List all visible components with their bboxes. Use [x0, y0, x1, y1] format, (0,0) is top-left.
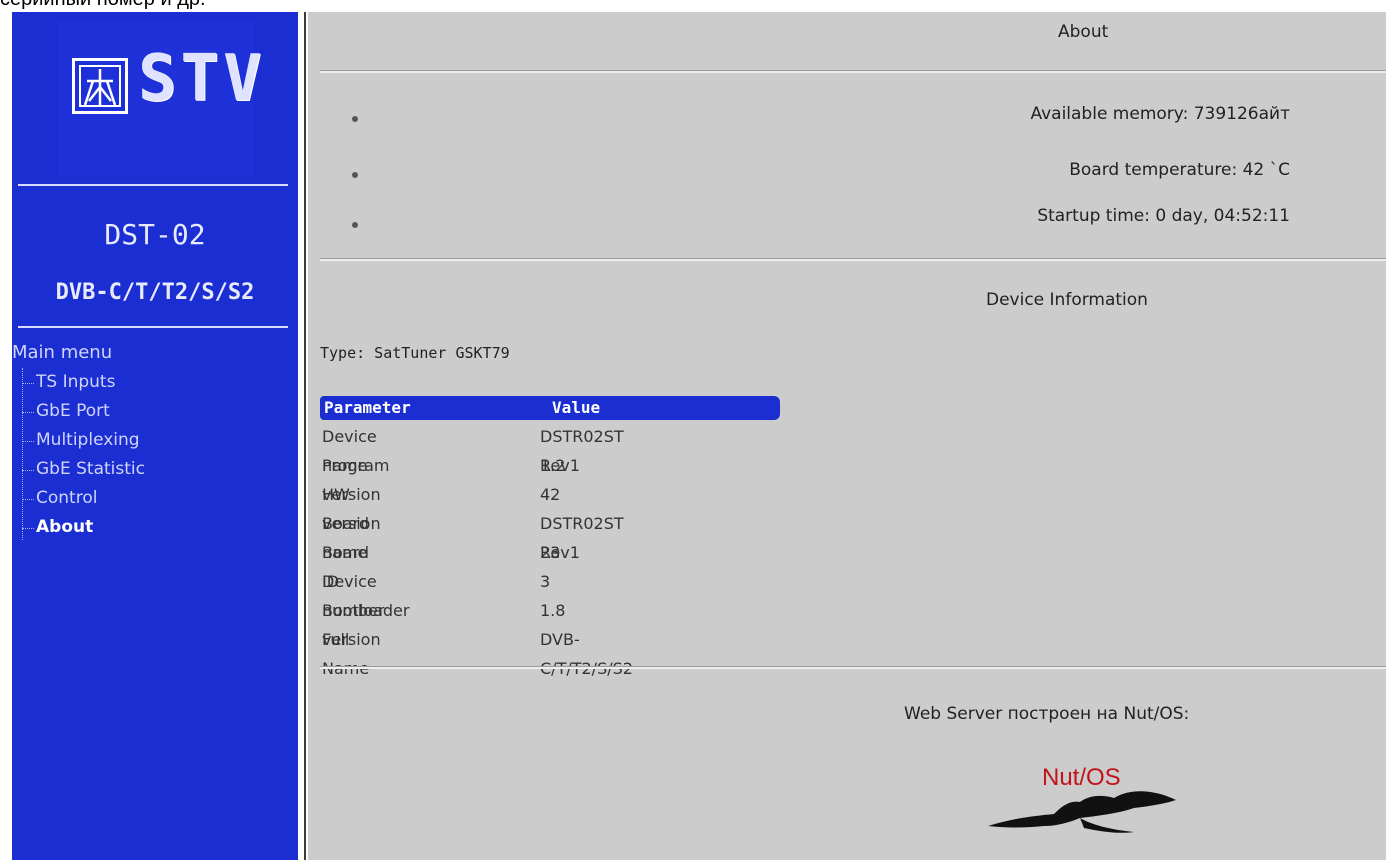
main-content: About Available memory: 739126айт Board …: [308, 12, 1386, 860]
board-temperature: Board temperature: 42 `C: [1069, 160, 1290, 180]
section-divider: [320, 70, 1386, 73]
param-value: DVB-C/T/T2/S/S2: [540, 630, 633, 678]
param-value: 23: [540, 543, 561, 562]
model-name: DST-02: [104, 218, 206, 251]
menu-title: Main menu: [12, 342, 113, 363]
menu-item-about[interactable]: About: [22, 513, 145, 542]
menu-item-gbe-port[interactable]: GbE Port: [22, 397, 145, 426]
sidebar: STV DST-02 DVB-C/T/T2/S/S2 Main menu TS …: [12, 12, 298, 860]
logo-text: STV: [138, 42, 266, 116]
stv-logo: STV: [58, 20, 262, 176]
main-menu: TS Inputs GbE Port Multiplexing GbE Stat…: [22, 368, 145, 542]
param-value: 1.2: [540, 456, 566, 475]
list-bullet: [352, 222, 358, 228]
available-memory: Available memory: 739126айт: [1030, 104, 1290, 124]
list-bullet: [352, 172, 358, 178]
device-info-title: Device Information: [986, 290, 1148, 310]
menu-item-gbe-statistic[interactable]: GbE Statistic: [22, 455, 145, 484]
nutos-logo[interactable]: Nut/OS: [984, 756, 1194, 846]
sidebar-divider: [18, 184, 288, 186]
logo-emblem-icon: [72, 58, 128, 114]
squirrel-icon: [988, 791, 1176, 833]
param-value: 1.8: [540, 601, 566, 620]
menu-item-ts-inputs[interactable]: TS Inputs: [22, 368, 145, 397]
page-title: About: [1058, 22, 1109, 42]
table-header-value: Value: [548, 396, 780, 420]
device-type: Type: SatTuner GSKT79: [320, 344, 510, 362]
param-value: 3: [540, 572, 551, 591]
menu-item-control[interactable]: Control: [22, 484, 145, 513]
frame-divider: [298, 12, 308, 860]
param-name: Full Name: [322, 630, 369, 678]
startup-time: Startup time: 0 day, 04:52:11: [1037, 206, 1290, 226]
section-divider: [320, 666, 1386, 669]
section-divider: [320, 258, 1386, 261]
param-value: 42: [540, 485, 561, 504]
table-header-parameter: Parameter: [320, 396, 548, 420]
sidebar-divider: [18, 326, 288, 328]
top-cut-text: серийный номер и др.: [0, 0, 206, 11]
list-bullet: [352, 116, 358, 122]
model-standards: DVB-C/T/T2/S/S2: [55, 280, 255, 305]
menu-item-multiplexing[interactable]: Multiplexing: [22, 426, 145, 455]
footer-text: Web Server построен на Nut/OS:: [904, 704, 1190, 724]
